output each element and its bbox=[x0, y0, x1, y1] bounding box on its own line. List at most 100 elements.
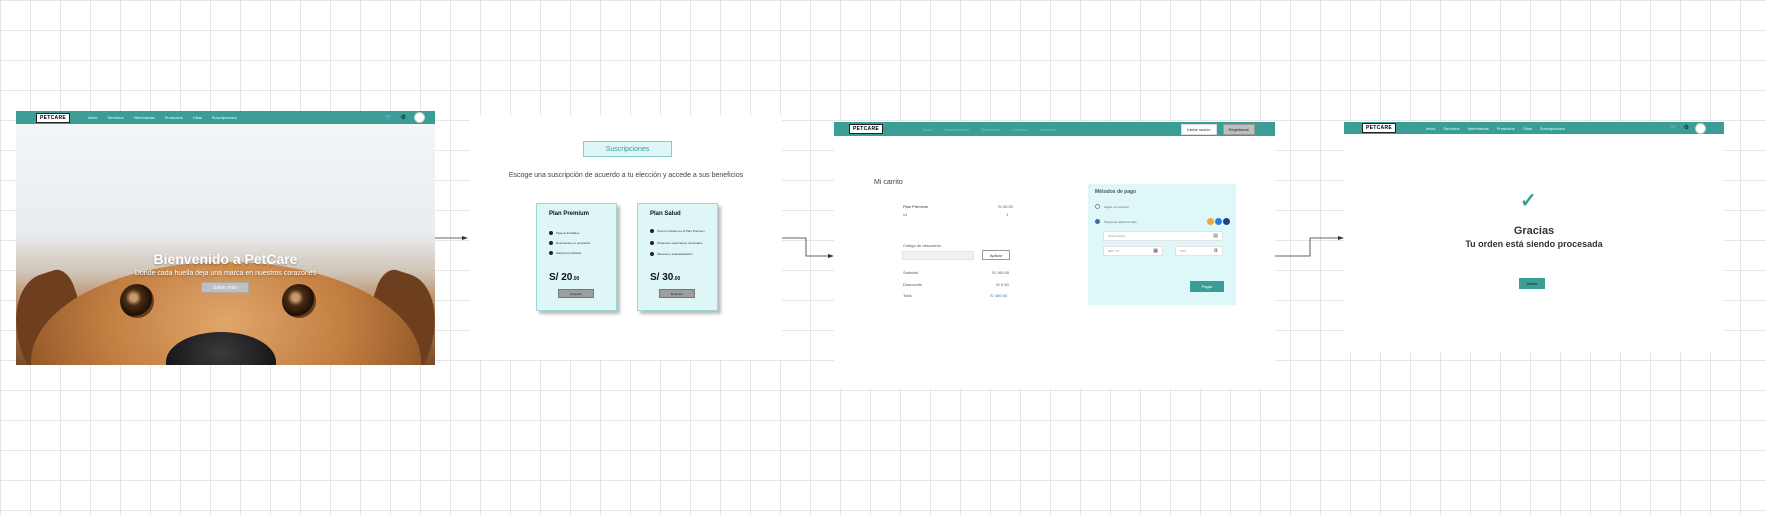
nav-inicio[interactable]: Inicio bbox=[88, 115, 97, 120]
plan-price: S/ 30.00 bbox=[650, 272, 681, 283]
cart-item-qty-right: 1 bbox=[1006, 212, 1009, 217]
nav-citas[interactable]: Citas bbox=[1523, 126, 1532, 131]
nav-inicio[interactable]: Inicio bbox=[923, 127, 932, 132]
thanks-navbar: PETCARE Inicio Servicios Veterinarias Pr… bbox=[1344, 122, 1724, 134]
nav-suscripciones[interactable]: Suscripciones bbox=[212, 115, 237, 120]
checkmark-icon: ✓ bbox=[1520, 190, 1537, 212]
expiry-input[interactable]: MM / YY ▦ bbox=[1103, 246, 1163, 256]
cart-navbar: PETCARE Inicio Suscripciones Beneficios … bbox=[834, 122, 1275, 136]
dog-eye-right bbox=[282, 284, 316, 318]
plan-feature: Atención prioritaria bbox=[549, 251, 613, 255]
plan-price: S/ 20.00 bbox=[549, 272, 580, 283]
hero-subtitle: Donde cada huella deja una marca en nues… bbox=[134, 270, 317, 277]
nav-links: Inicio Servicios Veterinarias Productos … bbox=[1426, 126, 1565, 131]
plan-name: Plan Salud bbox=[650, 211, 681, 217]
nav-suscripciones[interactable]: Suscripciones bbox=[1540, 126, 1565, 131]
calendar-icon: ▦ bbox=[1153, 248, 1158, 254]
hero-banner: Bienvenido a PetCare Donde cada huella d… bbox=[16, 124, 435, 365]
bullet-icon bbox=[549, 231, 553, 235]
nav-veterinarias[interactable]: Veterinarias bbox=[1468, 126, 1489, 131]
hero-title: Bienvenido a PetCare bbox=[153, 251, 298, 267]
nav-productos[interactable]: Productos bbox=[165, 115, 183, 120]
nav-citas[interactable]: Citas bbox=[193, 115, 202, 120]
cart-icon[interactable]: 🛒 bbox=[385, 115, 392, 121]
radio-card[interactable] bbox=[1095, 219, 1100, 224]
dog-eye-left bbox=[120, 284, 154, 318]
connector-subs-to-cart bbox=[782, 237, 830, 257]
nav-nosotros[interactable]: Nosotros bbox=[1040, 127, 1056, 132]
nav-servicios[interactable]: Servicios bbox=[107, 115, 123, 120]
login-button[interactable]: Iniciar sesión bbox=[1181, 123, 1217, 135]
plan-card-salud[interactable]: Plan Salud Todo lo incluido en el Plan P… bbox=[637, 203, 718, 311]
nav-beneficios[interactable]: Beneficios bbox=[981, 127, 999, 132]
navbar-icons: 🛒 ⚙ bbox=[1670, 122, 1706, 134]
total-value: S/ 160.00 bbox=[990, 293, 1008, 298]
nav-links: Inicio Servicios Veterinarias Productos … bbox=[88, 115, 237, 120]
cart-item-qty: x1 bbox=[903, 212, 908, 217]
nav-veterinarias[interactable]: Veterinarias bbox=[134, 115, 155, 120]
subtotal-label: Subtotal bbox=[903, 270, 918, 275]
nav-inicio[interactable]: Inicio bbox=[1426, 126, 1435, 131]
cart-title: Mi carrito bbox=[874, 179, 903, 186]
plan-name: Plan Premium bbox=[549, 211, 590, 217]
bullet-icon bbox=[549, 241, 553, 245]
nav-suscripciones[interactable]: Suscripciones bbox=[944, 127, 969, 132]
navbar-icons: 🛒 ⚙ bbox=[385, 112, 425, 123]
nav-productos[interactable]: Productos bbox=[1497, 126, 1515, 131]
arrowhead-1 bbox=[462, 236, 468, 240]
plan-card-premium[interactable]: Plan Premium Paseos ilimitados Descuento… bbox=[536, 203, 617, 311]
cart-icon[interactable]: 🛒 bbox=[1670, 125, 1677, 131]
plan-feature: Descuentos en productos bbox=[549, 241, 613, 245]
thanks-title: Gracias bbox=[1513, 225, 1555, 237]
register-button[interactable]: Registrarse bbox=[1222, 123, 1255, 135]
plan-start-button[interactable]: Empezar bbox=[659, 289, 695, 298]
logo[interactable]: PETCARE bbox=[849, 124, 883, 134]
discount-label: Código de descuento bbox=[903, 243, 941, 248]
landing-navbar: PETCARE Inicio Servicios Veterinarias Pr… bbox=[16, 111, 435, 124]
nav-links: Inicio Suscripciones Beneficios Contacto… bbox=[923, 127, 1056, 132]
bullet-icon bbox=[549, 251, 553, 255]
thanks-subtitle: Tu orden está siendo procesada bbox=[1465, 239, 1603, 249]
settings-icon[interactable]: ⚙ bbox=[1684, 125, 1689, 131]
nav-contacto[interactable]: Contacto bbox=[1012, 127, 1028, 132]
total-label: Total bbox=[903, 293, 912, 298]
nav-servicios[interactable]: Servicios bbox=[1443, 126, 1459, 131]
bullet-icon bbox=[650, 252, 654, 256]
pay-button[interactable]: Pagar bbox=[1190, 281, 1224, 292]
discount-row-value: S/ 0.00 bbox=[996, 282, 1009, 287]
settings-icon[interactable]: ⚙ bbox=[401, 115, 406, 121]
plan-feature: Chequeos veterinarios mensuales bbox=[650, 241, 714, 245]
thanks-frame: PETCARE Inicio Servicios Veterinarias Pr… bbox=[1344, 122, 1724, 352]
visa-icon bbox=[1215, 218, 1222, 225]
amex-icon bbox=[1223, 218, 1230, 225]
card-number-input[interactable]: Card number ▤ bbox=[1103, 231, 1223, 241]
volver-button[interactable]: Volver bbox=[1519, 278, 1545, 289]
discount-input[interactable] bbox=[902, 251, 974, 260]
cart-frame: PETCARE Inicio Suscripciones Beneficios … bbox=[834, 122, 1275, 389]
plan-feature: Paseos ilimitados bbox=[549, 231, 613, 235]
plan-start-button[interactable]: Empezar bbox=[558, 289, 594, 298]
saber-mas-button[interactable]: Saber más bbox=[201, 282, 249, 293]
cart-item-name: Plan Premium bbox=[903, 204, 929, 209]
logo[interactable]: PETCARE bbox=[36, 112, 70, 123]
apply-button[interactable]: Aplicar bbox=[982, 250, 1010, 260]
subscriptions-title: Suscripciones bbox=[583, 141, 672, 157]
payment-title: Métodos de pago bbox=[1095, 189, 1137, 195]
subtotal-value: S/ 160.00 bbox=[992, 270, 1010, 275]
cvv-input[interactable]: CVV ♻ bbox=[1175, 246, 1223, 256]
avatar[interactable] bbox=[1695, 122, 1706, 134]
avatar[interactable] bbox=[414, 112, 425, 123]
lock-icon: ♻ bbox=[1213, 248, 1218, 254]
radio-cash[interactable] bbox=[1095, 204, 1100, 209]
connector-cart-to-thanks bbox=[1275, 237, 1340, 257]
payment-panel: Métodos de pago Pagar con efectivo Tarje… bbox=[1088, 184, 1236, 305]
card-icon: ▤ bbox=[1213, 233, 1218, 239]
logo[interactable]: PETCARE bbox=[1362, 123, 1396, 133]
subscriptions-frame: Suscripciones Escoge una suscripción de … bbox=[470, 116, 782, 360]
bullet-icon bbox=[650, 241, 654, 245]
bullet-icon bbox=[650, 229, 654, 233]
subscriptions-lead: Escoge una suscripción de acuerdo a tu e… bbox=[508, 172, 744, 179]
plan-feature: Todo lo incluido en el Plan Premium bbox=[650, 229, 714, 233]
option-card-label: Tarjeta de débito/Crédito bbox=[1104, 220, 1137, 224]
discount-row-label: Descuento bbox=[903, 282, 923, 287]
